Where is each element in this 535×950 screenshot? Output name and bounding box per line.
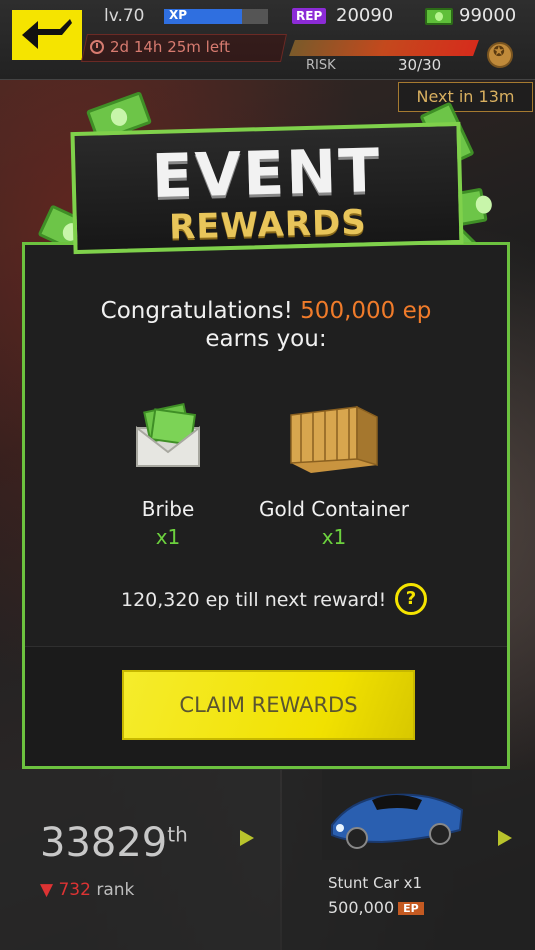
xp-bar: XP: [164, 8, 268, 24]
rank-delta: ▼ 732 rank: [40, 880, 135, 900]
police-badge-icon[interactable]: [487, 42, 513, 68]
rank-arrow-icon[interactable]: [240, 830, 254, 846]
rank-number: 33829th: [40, 820, 188, 866]
cash-icon: [425, 8, 453, 25]
shipping-container-icon: [287, 403, 379, 475]
back-button[interactable]: [12, 10, 82, 60]
help-button[interactable]: ?: [395, 583, 427, 615]
event-timer: 2d 14h 25m left: [90, 38, 230, 56]
reward-name-gold-container: Gold Container: [258, 497, 410, 521]
car-ep-value: 500,000 EP: [328, 898, 424, 917]
event-rewards-modal: Congratulations! 500,000 ep earns you: B…: [22, 242, 510, 769]
next-in-tooltip: Next in 13m: [398, 82, 533, 112]
car-arrow-icon[interactable]: [498, 830, 512, 846]
back-arrow-icon: [22, 19, 72, 49]
rep-badge: REP: [292, 8, 327, 24]
congrats-text: Congratulations! 500,000 ep earns you:: [100, 298, 432, 352]
logo-rewards-text: REWARDS: [168, 202, 368, 248]
timer-text: 2d 14h 25m left: [110, 38, 230, 56]
car-reward-label: Stunt Car x1: [328, 874, 423, 892]
risk-value: 30/30: [398, 56, 442, 74]
event-rewards-logo: EVENT REWARDS: [70, 121, 464, 255]
ep-highlight: 500,000 ep: [300, 298, 432, 324]
xp-label: XP: [169, 8, 188, 22]
risk-bar: [289, 40, 479, 56]
reward-qty-bribe: x1: [155, 525, 181, 549]
reward-qty-gold-container: x1: [321, 525, 347, 549]
envelope-cash-icon: [133, 400, 203, 470]
car-image: [322, 770, 472, 860]
player-level: lv.70: [104, 6, 145, 26]
claim-rewards-button[interactable]: CLAIM REWARDS: [122, 670, 415, 740]
till-next-reward-text: 120,320 ep till next reward!: [121, 589, 387, 611]
reward-name-bribe: Bribe: [141, 497, 195, 521]
risk-label: RISK: [306, 58, 336, 73]
rep-value: 20090: [336, 5, 394, 26]
clock-icon: [90, 40, 104, 54]
cash-value: 99000: [459, 5, 517, 26]
